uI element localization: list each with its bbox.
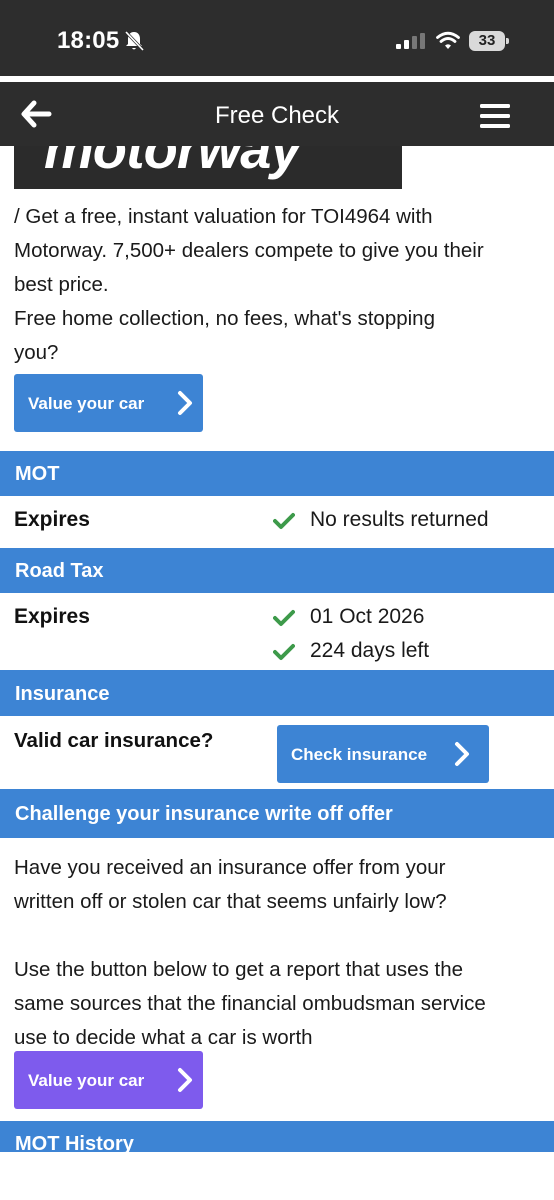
road-tax-heading: Road Tax — [15, 560, 104, 582]
write-off-heading: Challenge your insurance write off offer — [15, 803, 393, 825]
write-off-value-car-button-label: Value your car — [28, 1071, 145, 1090]
promo-line-5: you? — [14, 341, 59, 364]
road-tax-expiry-date: 01 Oct 2026 — [310, 605, 425, 628]
chevron-right-icon — [178, 391, 192, 415]
insurance-heading: Insurance — [15, 683, 110, 705]
check-insurance-button[interactable]: Check insurance — [277, 725, 489, 783]
status-time: 18:05 — [57, 27, 120, 54]
chevron-right-icon — [178, 1068, 192, 1092]
insurance-question: Valid car insurance? — [14, 729, 214, 752]
cellular-signal-icon — [396, 33, 425, 49]
write-off-line-1: Have you received an insurance offer fro… — [14, 856, 446, 879]
motorway-banner[interactable]: motorway — [14, 146, 402, 189]
mot-heading: MOT — [15, 463, 60, 485]
write-off-section-header: Challenge your insurance write off offer — [0, 789, 554, 838]
value-your-car-button-label: Value your car — [28, 394, 145, 413]
battery-level: 33 — [469, 31, 505, 51]
status-bar: 18:05 33 — [0, 0, 554, 76]
promo-line-3: best price. — [14, 273, 109, 296]
promo-line-1: / Get a free, instant valuation for TOI4… — [14, 205, 433, 228]
page-content[interactable]: motorway / Get a free, instant valuation… — [0, 146, 554, 1152]
road-tax-expires-label: Expires — [14, 605, 90, 628]
battery-icon: 33 — [469, 31, 509, 51]
road-tax-section-header: Road Tax — [0, 548, 554, 593]
write-off-line-5: use to decide what a car is worth — [14, 1026, 313, 1049]
motorway-logo: motorway — [44, 146, 301, 180]
value-your-car-button[interactable]: Value your car — [14, 374, 203, 432]
promo-line-4: Free home collection, no fees, what's st… — [14, 307, 435, 330]
mot-expires-label: Expires — [14, 508, 90, 531]
mot-history-heading: MOT History — [15, 1133, 134, 1152]
checkmark-icon — [273, 610, 295, 626]
mot-history-section-header: MOT History — [0, 1121, 554, 1152]
mot-section-header: MOT — [0, 451, 554, 496]
nav-bar: Free Check — [0, 82, 554, 146]
mot-expires-value: No results returned — [310, 508, 489, 531]
road-tax-days-left: 224 days left — [310, 639, 430, 662]
bell-slash-icon — [124, 30, 144, 52]
write-off-value-car-button[interactable]: Value your car — [14, 1051, 203, 1109]
chevron-right-icon — [455, 742, 469, 766]
page-title: Free Check — [214, 102, 340, 129]
write-off-line-2: written off or stolen car that seems unf… — [14, 890, 447, 913]
checkmark-icon — [273, 644, 295, 660]
bottom-safe-area — [0, 1152, 554, 1200]
check-insurance-button-label: Check insurance — [291, 745, 428, 764]
hamburger-menu-icon[interactable] — [480, 104, 510, 128]
write-off-line-4: same sources that the financial ombudsma… — [14, 992, 486, 1015]
checkmark-icon — [273, 513, 295, 529]
write-off-line-3: Use the button below to get a report tha… — [14, 958, 464, 981]
promo-line-2: Motorway. 7,500+ dealers compete to give… — [14, 239, 484, 262]
wifi-icon — [436, 31, 460, 49]
insurance-section-header: Insurance — [0, 670, 554, 716]
